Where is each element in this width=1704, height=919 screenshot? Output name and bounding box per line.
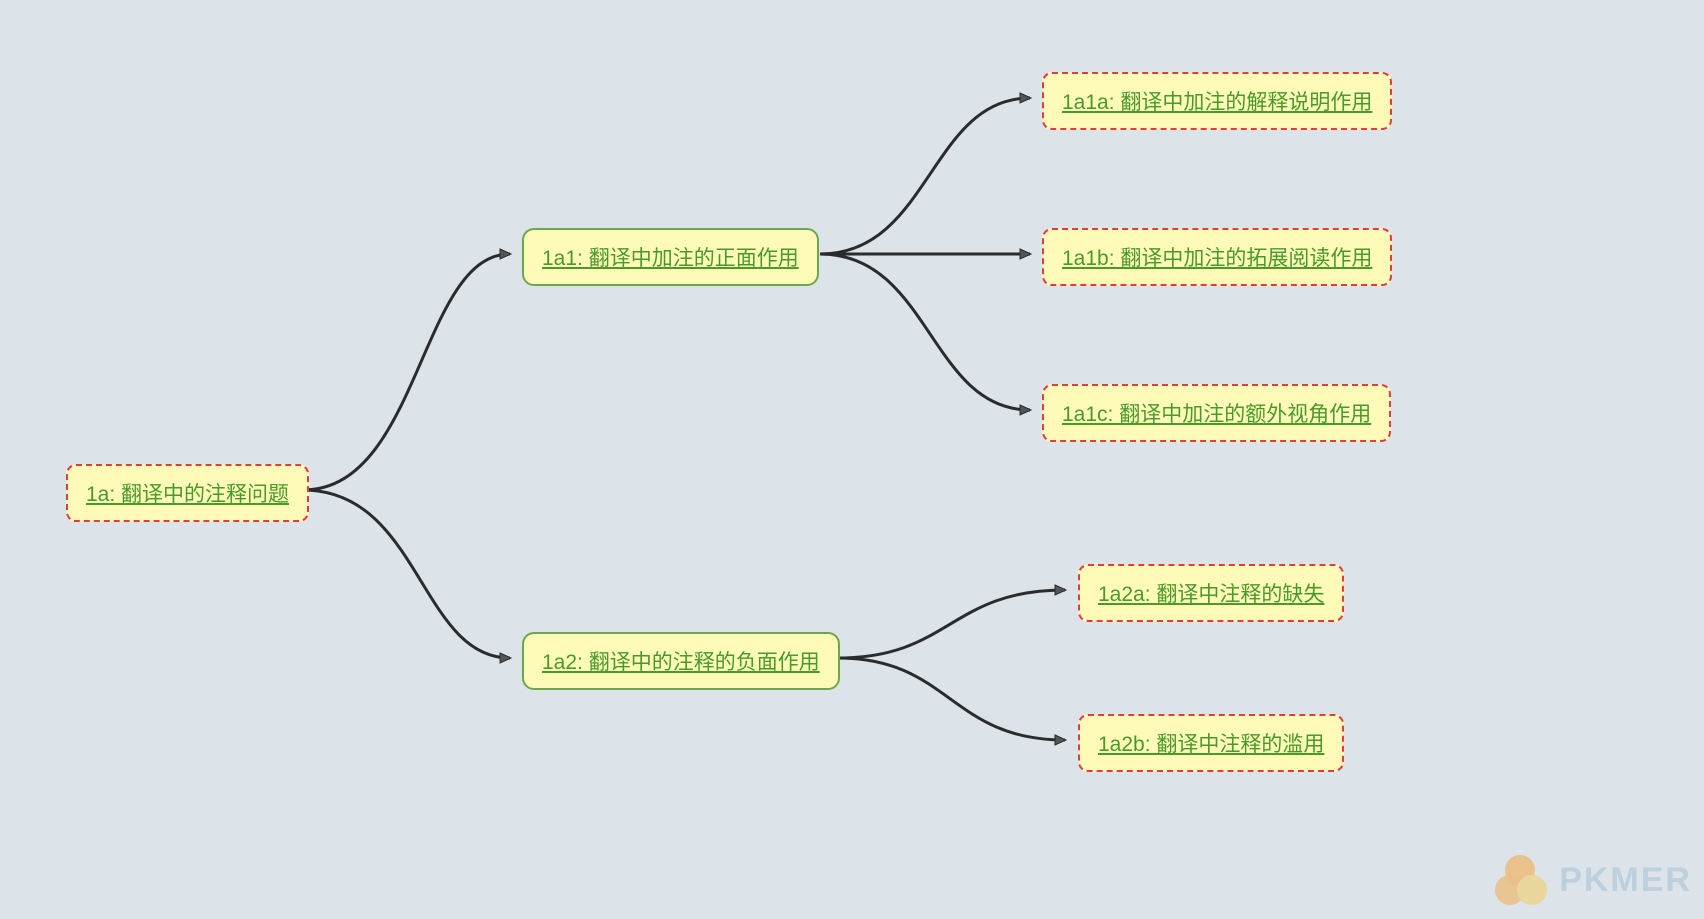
node-1a1b-label[interactable]: 1a1b: 翻译中加注的拓展阅读作用 xyxy=(1062,247,1372,270)
node-1a1a[interactable]: 1a1a: 翻译中加注的解释说明作用 xyxy=(1042,72,1392,130)
node-1a2b-label[interactable]: 1a2b: 翻译中注释的滥用 xyxy=(1098,733,1324,756)
node-1a1a-label[interactable]: 1a1a: 翻译中加注的解释说明作用 xyxy=(1062,91,1372,114)
node-1a1-label[interactable]: 1a1: 翻译中加注的正面作用 xyxy=(542,247,799,270)
node-1a[interactable]: 1a: 翻译中的注释问题 xyxy=(66,464,309,522)
node-1a1b[interactable]: 1a1b: 翻译中加注的拓展阅读作用 xyxy=(1042,228,1392,286)
node-1a1c-label[interactable]: 1a1c: 翻译中加注的额外视角作用 xyxy=(1062,403,1371,426)
node-1a2-label[interactable]: 1a2: 翻译中的注释的负面作用 xyxy=(542,651,820,674)
node-1a1[interactable]: 1a1: 翻译中加注的正面作用 xyxy=(522,228,819,286)
node-1a1c[interactable]: 1a1c: 翻译中加注的额外视角作用 xyxy=(1042,384,1391,442)
watermark-text: PKMER xyxy=(1559,861,1692,900)
watermark: PKMER xyxy=(1495,853,1692,907)
watermark-logo-icon xyxy=(1495,853,1549,907)
node-1a2a-label[interactable]: 1a2a: 翻译中注释的缺失 xyxy=(1098,583,1324,606)
mindmap-canvas: 1a: 翻译中的注释问题 1a1: 翻译中加注的正面作用 1a2: 翻译中的注释… xyxy=(0,0,1704,919)
edges-layer xyxy=(0,0,1704,919)
node-1a2[interactable]: 1a2: 翻译中的注释的负面作用 xyxy=(522,632,840,690)
node-1a2a[interactable]: 1a2a: 翻译中注释的缺失 xyxy=(1078,564,1344,622)
node-1a-label[interactable]: 1a: 翻译中的注释问题 xyxy=(86,483,289,506)
node-1a2b[interactable]: 1a2b: 翻译中注释的滥用 xyxy=(1078,714,1344,772)
